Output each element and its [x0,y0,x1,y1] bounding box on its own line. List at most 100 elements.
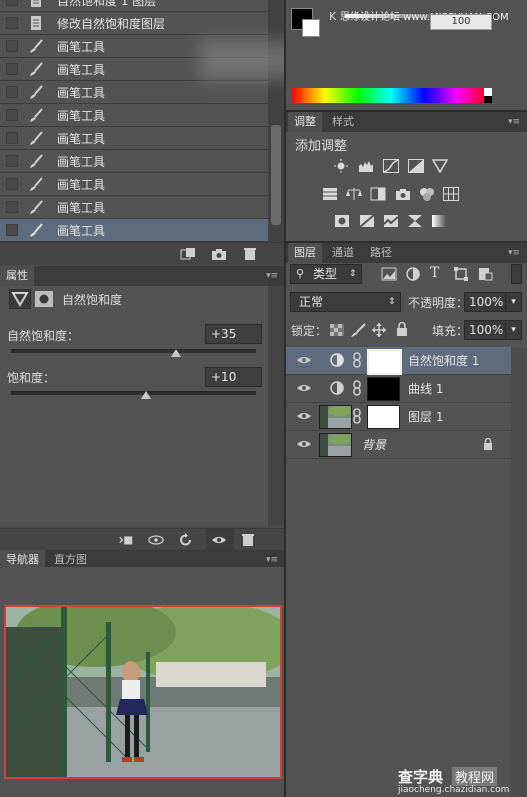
history-item[interactable]: 画笔工具 [0,150,268,173]
color-balance-icon[interactable] [346,187,362,201]
panel-menu-icon[interactable]: ▾≡ [266,555,280,565]
history-item[interactable]: 画笔工具 [0,196,268,219]
threshold-icon[interactable] [383,214,399,228]
gradient-map-icon[interactable] [431,214,447,228]
navigator-preview-image[interactable] [4,605,282,779]
properties-scrollbar[interactable] [268,286,284,526]
history-item[interactable]: 画笔工具 [0,173,268,196]
history-snapshot-checkbox[interactable] [6,224,18,236]
history-snapshot-checkbox[interactable] [6,17,18,29]
filter-shape-icon[interactable] [453,267,469,281]
history-snapshot-checkbox[interactable] [6,86,18,98]
posterize-icon[interactable] [359,214,375,228]
vibrance-slider-thumb[interactable] [171,349,182,357]
history-snapshot-checkbox[interactable] [6,201,18,213]
layer-row-curves[interactable]: 曲线 1 [286,375,511,403]
view-previous-state-icon[interactable] [148,533,164,547]
link-chain-icon[interactable] [352,352,362,368]
panel-menu-icon[interactable]: ▾≡ [508,117,522,127]
eye-icon[interactable] [297,410,311,422]
history-snapshot-checkbox[interactable] [6,0,18,6]
levels-icon[interactable] [358,159,374,173]
history-snapshot-checkbox[interactable] [6,132,18,144]
trash-icon[interactable] [242,247,258,261]
blend-mode-select[interactable]: 正常 ⇕ [290,292,401,312]
color-lookup-icon[interactable] [443,187,459,201]
history-item[interactable]: 自然饱和度 1 图层 [0,0,268,12]
history-scrollbar-thumb[interactable] [271,125,281,225]
k-value-input[interactable]: 100 [430,14,492,30]
history-snapshot-checkbox[interactable] [6,109,18,121]
fill-dropdown-button[interactable]: ▾ [505,320,522,340]
layer-row-layer1[interactable]: 图层 1 [286,403,511,431]
history-item[interactable]: 画笔工具 [0,81,268,104]
brightness-contrast-icon[interactable] [333,159,349,173]
history-item[interactable]: 画笔工具 [0,104,268,127]
tab-paths[interactable]: 路径 [364,243,398,263]
saturation-slider-thumb[interactable] [140,391,151,399]
eye-icon[interactable] [211,533,227,547]
vibrance-input[interactable]: +35 [205,324,262,344]
tab-adjustments[interactable]: 调整 [288,112,322,132]
selective-color-icon[interactable] [407,214,423,228]
clip-to-layer-icon[interactable] [118,533,134,547]
filter-toggle-switch[interactable] [511,264,522,284]
eye-icon[interactable] [297,438,311,450]
filter-smart-object-icon[interactable] [477,267,493,281]
layer-row-vibrance[interactable]: 自然饱和度 1 [286,347,511,375]
curves-icon[interactable] [383,159,399,173]
filter-pixel-icon[interactable] [381,267,397,281]
tab-layers[interactable]: 图层 [288,243,322,263]
photo-filter-icon[interactable] [395,187,411,201]
fill-input[interactable]: 100% [464,320,508,340]
channel-mixer-icon[interactable] [419,187,435,201]
layer-mask-thumbnail[interactable] [367,349,402,375]
opacity-dropdown-button[interactable]: ▾ [505,292,522,312]
filter-type-icon[interactable]: T [430,265,439,281]
history-snapshot-checkbox[interactable] [6,63,18,75]
panel-menu-icon[interactable]: ▾≡ [508,248,522,258]
layer-thumbnail[interactable] [319,405,352,429]
color-ramp-black[interactable] [484,96,492,103]
history-item[interactable]: 画笔工具 [0,127,268,150]
tab-channels[interactable]: 通道 [326,243,360,263]
panel-menu-icon[interactable]: ▾≡ [266,271,280,281]
layer-mask-thumbnail[interactable] [367,405,400,429]
black-white-icon[interactable] [370,187,386,201]
history-snapshot-checkbox[interactable] [6,178,18,190]
layers-scrollbar[interactable] [511,347,527,797]
exposure-icon[interactable] [408,159,424,173]
eye-icon[interactable] [297,382,311,394]
background-color-swatch[interactable] [302,19,320,37]
opacity-input[interactable]: 100% [464,292,508,312]
vibrance-slider-track[interactable] [11,349,256,353]
link-chain-icon[interactable] [352,380,362,396]
layer-filter-kind-select[interactable]: ⚲ 类型 ⇕ [290,264,362,284]
trash-icon[interactable] [240,533,256,547]
layer-mask-icon[interactable] [35,291,53,307]
history-snapshot-checkbox[interactable] [6,40,18,52]
saturation-slider-track[interactable] [11,391,256,395]
new-document-from-state-icon[interactable] [180,247,196,261]
saturation-input[interactable]: +10 [205,367,262,387]
color-ramp-spectrum[interactable] [292,88,490,103]
camera-icon[interactable] [211,247,227,261]
history-item-selected[interactable]: 画笔工具 [0,219,268,242]
tab-styles[interactable]: 样式 [326,112,360,132]
reset-icon[interactable] [178,533,194,547]
eye-icon[interactable] [297,354,311,366]
hue-saturation-icon[interactable] [322,187,338,201]
tab-properties[interactable]: 属性 [0,266,34,286]
filter-adjustment-icon[interactable] [405,267,421,281]
layer-thumbnail[interactable] [319,433,352,457]
color-ramp-white[interactable] [484,88,492,96]
lock-transparent-pixels-icon[interactable] [329,323,345,337]
lock-position-icon[interactable] [371,323,387,337]
layer-mask-thumbnail[interactable] [367,377,400,401]
history-item[interactable]: 修改自然饱和度图层 [0,12,268,35]
history-snapshot-checkbox[interactable] [6,155,18,167]
link-chain-icon[interactable] [352,408,362,424]
vibrance-icon[interactable] [432,159,448,173]
lock-image-pixels-icon[interactable] [350,323,366,337]
invert-icon[interactable] [334,214,350,228]
